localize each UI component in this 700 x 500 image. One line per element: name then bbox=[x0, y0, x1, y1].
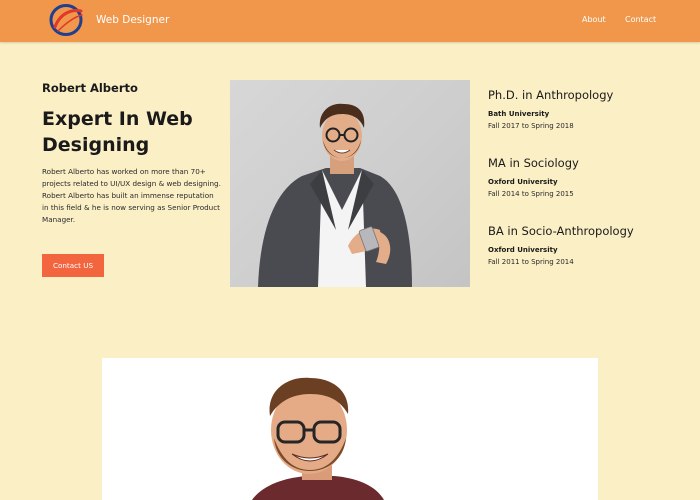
school-name: Bath University bbox=[488, 110, 550, 118]
date-range: Fall 2014 to Spring 2015 bbox=[488, 190, 574, 198]
smiling-man-illustration bbox=[102, 358, 598, 500]
school-name: Oxford University bbox=[488, 246, 558, 254]
hero-title: Expert In Web Designing bbox=[42, 108, 193, 156]
bio-paragraph: Robert Alberto has worked on more than 7… bbox=[42, 167, 221, 224]
date-range: Fall 2017 to Spring 2018 bbox=[488, 122, 574, 130]
degree-title: Ph.D. in Anthropology bbox=[488, 88, 614, 102]
education-entry: Ph.D. in Anthropology Bath University Fa… bbox=[488, 87, 688, 130]
profile-photo bbox=[230, 80, 470, 287]
degree-title: BA in Socio-Anthropology bbox=[488, 224, 634, 238]
person-name: Robert Alberto bbox=[42, 81, 138, 95]
man-with-phone-illustration bbox=[258, 103, 412, 287]
school-name: Oxford University bbox=[488, 178, 558, 186]
degree-title: MA in Sociology bbox=[488, 156, 579, 170]
top-navbar: Web Designer About Contact bbox=[0, 0, 700, 42]
brand-name[interactable]: Web Designer bbox=[96, 14, 169, 26]
globe-logo-icon[interactable] bbox=[48, 3, 84, 37]
nav-contact-link[interactable]: Contact bbox=[625, 15, 656, 24]
contact-us-button[interactable]: Contact US bbox=[42, 254, 104, 277]
education-entry: MA in Sociology Oxford University Fall 2… bbox=[488, 155, 688, 198]
education-entry: BA in Socio-Anthropology Oxford Universi… bbox=[488, 223, 688, 266]
secondary-photo bbox=[102, 358, 598, 500]
nav-about-link[interactable]: About bbox=[582, 15, 606, 24]
date-range: Fall 2011 to Spring 2014 bbox=[488, 258, 574, 266]
